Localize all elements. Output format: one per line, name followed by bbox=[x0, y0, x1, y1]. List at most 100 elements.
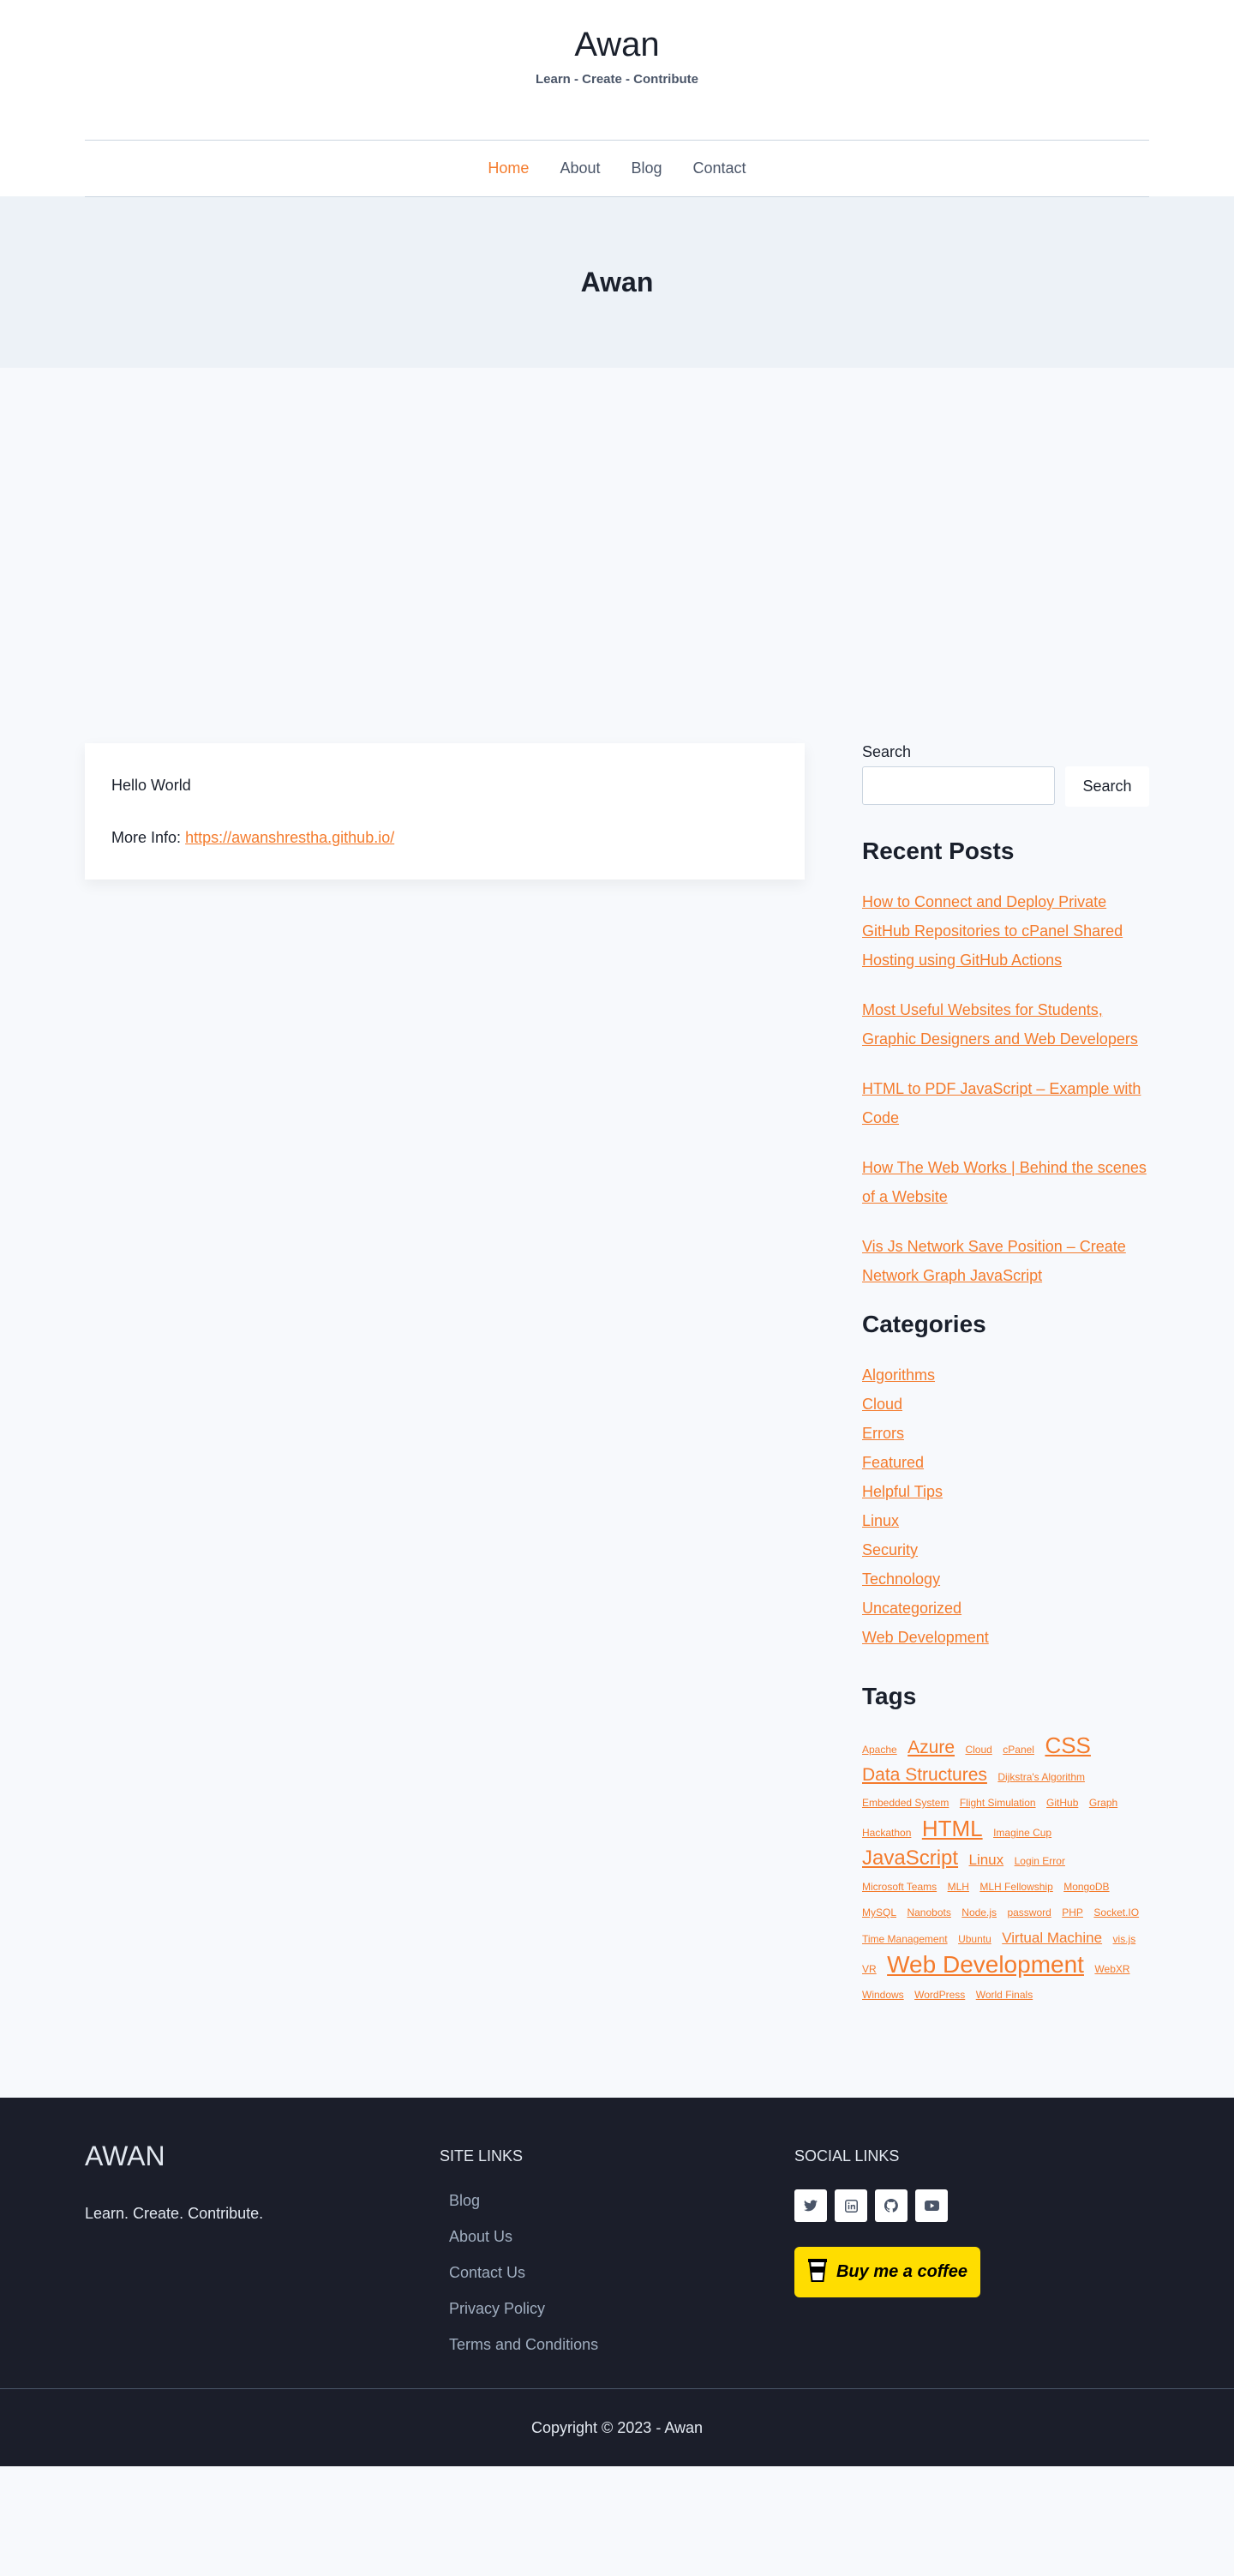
copyright-text: Copyright © 2023 - Awan bbox=[530, 2418, 704, 2436]
youtube-icon[interactable] bbox=[915, 2189, 948, 2222]
footer-about: AWAN Learn. Create. Contribute. bbox=[85, 2141, 440, 2388]
blank-area bbox=[0, 368, 1234, 743]
tag-link[interactable]: Node.js bbox=[961, 1906, 997, 1918]
tag-link[interactable]: Imagine Cup bbox=[993, 1827, 1051, 1839]
site-title[interactable]: Awan bbox=[0, 26, 1234, 63]
sidebar: Search Search Recent Posts How to Connec… bbox=[862, 743, 1149, 2008]
footer-link-privacy[interactable]: Privacy Policy bbox=[449, 2291, 794, 2327]
categories-list: Algorithms Cloud Errors Featured Helpful… bbox=[862, 1360, 1149, 1652]
tag-link[interactable]: cPanel bbox=[1003, 1744, 1034, 1756]
tag-link[interactable]: Data Structures bbox=[862, 1765, 987, 1785]
recent-post-link[interactable]: Most Useful Websites for Students, Graph… bbox=[862, 995, 1149, 1054]
footer-link-contact[interactable]: Contact Us bbox=[449, 2255, 794, 2291]
tag-link[interactable]: WordPress bbox=[914, 1989, 965, 2001]
site-links-list: Blog About Us Contact Us Privacy Policy … bbox=[440, 2183, 794, 2363]
tags-widget: Tags Apache Azure Cloud cPanel CSS Data … bbox=[862, 1683, 1149, 2008]
category-link[interactable]: Uncategorized bbox=[862, 1594, 1149, 1623]
recent-post-link[interactable]: How to Connect and Deploy Private GitHub… bbox=[862, 887, 1149, 975]
main-content: Hello World More Info: https://awanshres… bbox=[85, 743, 805, 880]
main-nav: Home About Blog Contact bbox=[85, 140, 1149, 197]
tag-link[interactable]: Microsoft Teams bbox=[862, 1881, 937, 1893]
tag-link[interactable]: HTML bbox=[922, 1816, 983, 1841]
tag-link[interactable]: CSS bbox=[1045, 1732, 1090, 1758]
post-card: Hello World More Info: https://awanshres… bbox=[85, 743, 805, 880]
tag-link[interactable]: Windows bbox=[862, 1989, 904, 2001]
search-input[interactable] bbox=[862, 766, 1055, 805]
recent-post-link[interactable]: Vis Js Network Save Position – Create Ne… bbox=[862, 1232, 1149, 1290]
tag-link[interactable]: Login Error bbox=[1015, 1855, 1065, 1867]
tag-link[interactable]: JavaScript bbox=[862, 1846, 958, 1870]
category-link[interactable]: Errors bbox=[862, 1419, 1149, 1448]
page-hero: Awan bbox=[0, 196, 1234, 368]
footer-columns: AWAN Learn. Create. Contribute. SITE LIN… bbox=[0, 2098, 1234, 2388]
footer-link-blog[interactable]: Blog bbox=[449, 2183, 794, 2219]
category-link[interactable]: Algorithms bbox=[862, 1360, 1149, 1390]
tag-link[interactable]: Azure bbox=[908, 1738, 955, 1757]
recent-posts-widget: Recent Posts How to Connect and Deploy P… bbox=[862, 838, 1149, 1290]
nav-home[interactable]: Home bbox=[488, 159, 529, 177]
site-header: Awan Learn - Create - Contribute Home Ab… bbox=[0, 0, 1234, 197]
tag-link[interactable]: vis.js bbox=[1113, 1933, 1136, 1945]
search-button[interactable]: Search bbox=[1065, 766, 1149, 807]
tag-link[interactable]: password bbox=[1007, 1906, 1051, 1918]
tag-link[interactable]: World Finals bbox=[976, 1989, 1033, 2001]
github-icon[interactable] bbox=[875, 2189, 908, 2222]
recent-post-link[interactable]: How The Web Works | Behind the scenes of… bbox=[862, 1153, 1149, 1211]
tag-link[interactable]: VR bbox=[862, 1963, 877, 1975]
tag-link[interactable]: MySQL bbox=[862, 1906, 896, 1918]
footer-link-terms[interactable]: Terms and Conditions bbox=[449, 2327, 794, 2363]
categories-title: Categories bbox=[862, 1311, 986, 1337]
tag-link[interactable]: Apache bbox=[862, 1744, 897, 1756]
tag-link[interactable]: Dijkstra's Algorithm bbox=[997, 1771, 1085, 1783]
category-link[interactable]: Helpful Tips bbox=[862, 1477, 1149, 1506]
category-link[interactable]: Web Development bbox=[862, 1623, 1149, 1652]
bmc-label: Buy me a coffee bbox=[836, 2262, 968, 2281]
tag-link[interactable]: Nanobots bbox=[907, 1906, 950, 1918]
social-icons bbox=[794, 2189, 1149, 2222]
tag-link[interactable]: MLH bbox=[948, 1881, 969, 1893]
categories-widget: Categories Algorithms Cloud Errors Featu… bbox=[862, 1311, 1149, 1652]
footer-social: SOCIAL LINKS Buy me a coffee bbox=[794, 2141, 1149, 2388]
category-link[interactable]: Security bbox=[862, 1535, 1149, 1564]
search-label: Search bbox=[862, 743, 912, 760]
tag-link[interactable]: Hackathon bbox=[862, 1827, 911, 1839]
twitter-icon[interactable] bbox=[794, 2189, 827, 2222]
footer-description: Learn. Create. Contribute. bbox=[85, 2205, 264, 2222]
nav-contact[interactable]: Contact bbox=[693, 159, 746, 177]
site-footer: AWAN Learn. Create. Contribute. SITE LIN… bbox=[0, 2098, 1234, 2466]
tags-title: Tags bbox=[862, 1683, 917, 1709]
site-tagline: Learn - Create - Contribute bbox=[535, 72, 699, 87]
tag-link[interactable]: PHP bbox=[1062, 1906, 1083, 1918]
tag-link[interactable]: Web Development bbox=[887, 1951, 1084, 1978]
tag-link[interactable]: Embedded System bbox=[862, 1797, 949, 1809]
tag-link[interactable]: Socket.IO bbox=[1093, 1906, 1139, 1918]
category-link[interactable]: Technology bbox=[862, 1564, 1149, 1594]
tag-link[interactable]: MLH Fellowship bbox=[979, 1881, 1052, 1893]
recent-posts-list: How to Connect and Deploy Private GitHub… bbox=[862, 887, 1149, 1290]
tag-link[interactable]: Cloud bbox=[965, 1744, 991, 1756]
coffee-cup-icon bbox=[807, 2256, 828, 2289]
linkedin-icon[interactable] bbox=[835, 2189, 867, 2222]
footer-logo[interactable]: AWAN bbox=[85, 2141, 440, 2172]
nav-about[interactable]: About bbox=[560, 159, 600, 177]
category-link[interactable]: Featured bbox=[862, 1448, 1149, 1477]
search-form: Search bbox=[862, 766, 1149, 807]
tag-link[interactable]: Flight Simulation bbox=[960, 1797, 1036, 1809]
tag-link[interactable]: WebXR bbox=[1094, 1963, 1129, 1975]
footer-link-about[interactable]: About Us bbox=[449, 2219, 794, 2255]
category-link[interactable]: Cloud bbox=[862, 1390, 1149, 1419]
buy-me-a-coffee-button[interactable]: Buy me a coffee bbox=[794, 2247, 980, 2297]
tag-link[interactable]: GitHub bbox=[1046, 1797, 1078, 1809]
social-links-title: SOCIAL LINKS bbox=[794, 2147, 900, 2165]
more-info-link[interactable]: https://awanshrestha.github.io/ bbox=[185, 829, 394, 846]
category-link[interactable]: Linux bbox=[862, 1506, 1149, 1535]
tag-link[interactable]: Virtual Machine bbox=[1002, 1930, 1102, 1946]
tag-link[interactable]: Graph bbox=[1089, 1797, 1117, 1809]
tag-link[interactable]: Linux bbox=[969, 1852, 1004, 1868]
tag-link[interactable]: Time Management bbox=[862, 1933, 948, 1945]
tag-cloud: Apache Azure Cloud cPanel CSS Data Struc… bbox=[862, 1732, 1149, 2008]
nav-blog[interactable]: Blog bbox=[631, 159, 662, 177]
tag-link[interactable]: MongoDB bbox=[1063, 1881, 1109, 1893]
recent-post-link[interactable]: HTML to PDF JavaScript – Example with Co… bbox=[862, 1074, 1149, 1132]
tag-link[interactable]: Ubuntu bbox=[958, 1933, 991, 1945]
